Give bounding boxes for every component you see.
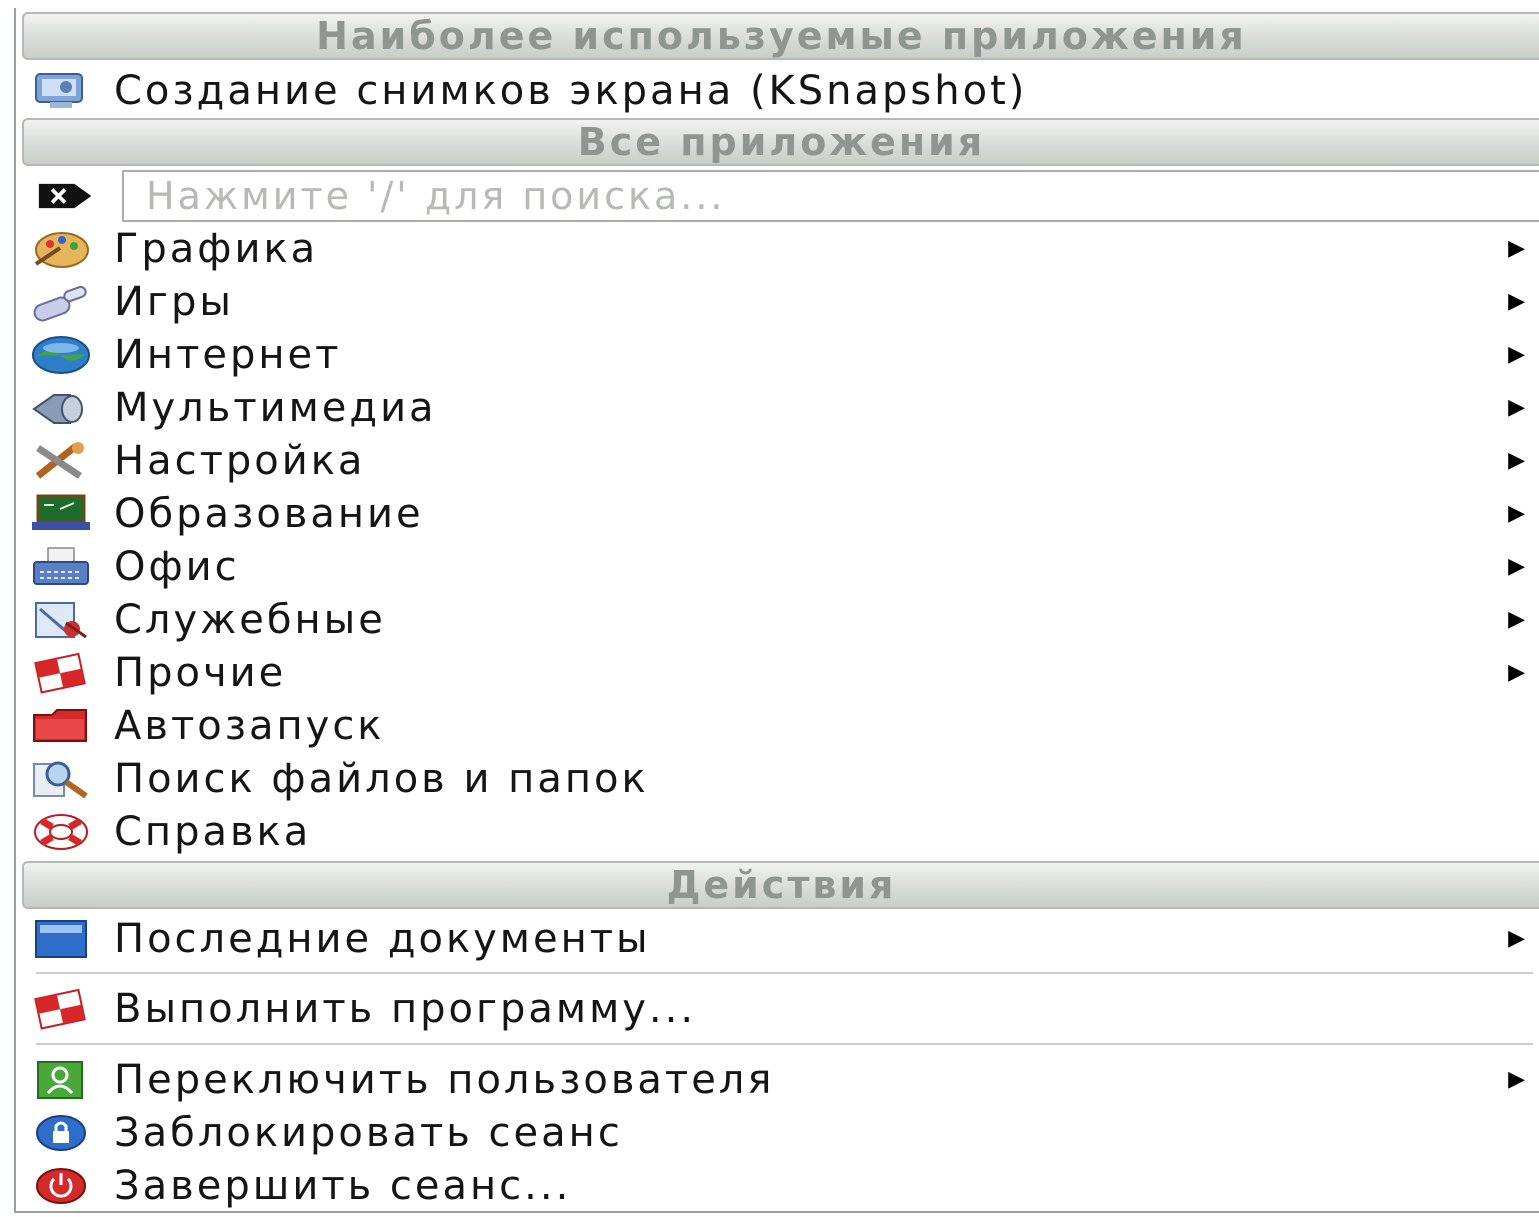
palette-icon [28,228,94,270]
menu-item-find-files-label: Поиск файлов и папок [114,755,649,802]
menu-item-autostart[interactable]: Автозапуск [16,699,1539,752]
menu-item-internet-label: Интернет [114,331,342,378]
menu-item-run-program[interactable]: Выполнить программу... [16,982,1539,1035]
menu-item-other-label: Прочие [114,649,287,696]
menu-item-multimedia-label: Мультимедиа [114,384,437,431]
menu-item-lock-session-label: Заблокировать сеанс [114,1109,623,1156]
menu-item-games-label: Игры [114,278,234,325]
blackboard-icon [28,493,94,535]
menu-item-other[interactable]: Прочие ▶ [16,646,1539,699]
menu-item-run-program-label: Выполнить программу... [114,985,697,1032]
menu-item-recent-documents[interactable]: Последние документы ▶ [16,912,1539,965]
submenu-arrow-icon: ▶ [1508,342,1525,367]
menu-item-graphics[interactable]: Графика ▶ [16,222,1539,275]
menu-item-switch-user[interactable]: Переключить пользователя ▶ [16,1053,1539,1106]
menu-separator [36,972,1533,974]
joystick-icon [28,281,94,323]
speaker-icon [28,387,94,429]
search-input[interactable] [124,173,1539,219]
menu-item-logout[interactable]: Завершить сеанс... [16,1159,1539,1212]
menu-item-utilities-label: Служебные [114,596,386,643]
section-header-actions: Действия [22,861,1539,909]
camera-screen-icon [28,70,94,112]
section-header-all-apps-label: Все приложения [577,120,986,164]
section-header-most-used-label: Наиболее используемые приложения [316,14,1247,58]
menu-item-games[interactable]: Игры ▶ [16,275,1539,328]
menu-separator [36,1043,1533,1045]
kde-application-menu: Наиболее используемые приложения Создани… [14,8,1539,1213]
lock-icon [28,1112,94,1154]
run-program-icon [28,988,94,1030]
section-header-most-used: Наиболее используемые приложения [22,12,1539,60]
recent-documents-icon [28,918,94,960]
menu-item-help[interactable]: Справка [16,805,1539,858]
menu-item-internet[interactable]: Интернет ▶ [16,328,1539,381]
switch-user-icon [28,1059,94,1101]
search-box [122,170,1539,222]
menu-item-find-files[interactable]: Поиск файлов и папок [16,752,1539,805]
menu-item-office[interactable]: Офис ▶ [16,540,1539,593]
misc-icon [28,652,94,694]
folder-red-icon [28,705,94,747]
menu-item-utilities[interactable]: Служебные ▶ [16,593,1539,646]
submenu-arrow-icon: ▶ [1508,926,1525,951]
menu-item-ksnapshot[interactable]: Создание снимков экрана (KSnapshot) [16,64,1539,117]
menu-item-settings[interactable]: Настройка ▶ [16,434,1539,487]
menu-item-ksnapshot-label: Создание снимков экрана (KSnapshot) [114,67,1028,114]
power-icon [28,1165,94,1207]
submenu-arrow-icon: ▶ [1508,607,1525,632]
submenu-arrow-icon: ▶ [1508,448,1525,473]
submenu-arrow-icon: ▶ [1508,289,1525,314]
menu-item-help-label: Справка [114,808,312,855]
submenu-arrow-icon: ▶ [1508,660,1525,685]
utilities-icon [28,599,94,641]
typewriter-icon [28,546,94,588]
tools-icon [28,440,94,482]
menu-item-graphics-label: Графика [114,225,319,272]
submenu-arrow-icon: ▶ [1508,501,1525,526]
section-header-all-apps: Все приложения [22,118,1539,166]
menu-item-education-label: Образование [114,490,424,537]
submenu-arrow-icon: ▶ [1508,1067,1525,1092]
menu-item-logout-label: Завершить сеанс... [114,1162,572,1209]
menu-item-autostart-label: Автозапуск [114,702,385,749]
menu-item-lock-session[interactable]: Заблокировать сеанс [16,1106,1539,1159]
menu-item-settings-label: Настройка [114,437,366,484]
clear-search-icon[interactable] [30,176,102,216]
menu-item-office-label: Офис [114,543,240,590]
submenu-arrow-icon: ▶ [1508,395,1525,420]
menu-item-education[interactable]: Образование ▶ [16,487,1539,540]
menu-item-multimedia[interactable]: Мультимедиа ▶ [16,381,1539,434]
menu-item-recent-documents-label: Последние документы [114,915,651,962]
magnifier-icon [28,758,94,800]
lifebuoy-icon [28,811,94,853]
submenu-arrow-icon: ▶ [1508,554,1525,579]
section-header-actions-label: Действия [666,863,897,907]
menu-item-switch-user-label: Переключить пользователя [114,1056,775,1103]
globe-icon [28,334,94,376]
submenu-arrow-icon: ▶ [1508,236,1525,261]
